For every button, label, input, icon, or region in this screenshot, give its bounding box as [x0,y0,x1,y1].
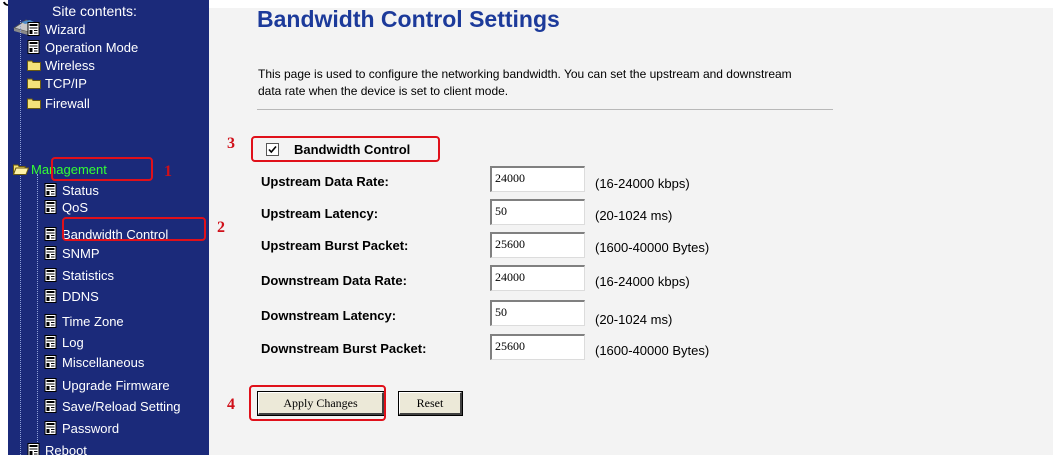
sidebar-item-password[interactable]: Password [44,419,119,437]
sidebar-item-label: Wizard [45,21,86,37]
sidebar-title: Site contents: [52,3,137,19]
page-icon [44,183,58,197]
downstream-latency-hint: (20-1024 ms) [595,312,673,327]
sidebar-item-label: Time Zone [62,313,124,329]
sidebar-item-reboot[interactable]: Reboot [27,441,87,455]
page-icon [44,335,58,349]
page-icon [44,399,58,413]
sidebar-item-tcpip[interactable]: TCP/IP [27,74,87,92]
downstream-burst-packet-label: Downstream Burst Packet: [261,341,427,356]
upstream-data-rate-input[interactable]: 24000 [490,166,585,192]
downstream-data-rate-input[interactable]: 24000 [490,265,585,291]
sidebar-item-snmp[interactable]: SNMP [44,244,100,262]
sidebar-item-label: QoS [62,199,89,215]
sidebar-item-label: Status [62,182,99,198]
folder-open-icon [13,162,29,176]
upstream-burst-packet-label: Upstream Burst Packet: [261,238,409,253]
sidebar-item-label: Log [62,334,84,350]
callout-box-bandwidth-control [62,217,206,241]
downstream-burst-packet-input[interactable]: 25600 [490,334,585,360]
sidebar-item-label: Operation Mode [45,39,139,55]
upstream-latency-input[interactable]: 50 [490,199,585,225]
callout-number: 4 [227,396,235,413]
page-icon [44,268,58,282]
callout-box-management [51,157,153,181]
sidebar-item-wizard[interactable]: Wizard [27,20,85,38]
page-icon [44,378,58,392]
sidebar-item-label: Upgrade Firmware [62,377,170,393]
sidebar-item-upgrade-firmware[interactable]: Upgrade Firmware [44,376,170,394]
page-icon [27,40,41,54]
sidebar-item-time-zone[interactable]: Time Zone [44,312,124,330]
sidebar-item-firewall[interactable]: Firewall [27,94,90,112]
page-icon [44,227,58,241]
page-title: Bandwidth Control Settings [257,6,560,32]
callout-number: 1 [164,163,172,180]
sidebar-item-label: Statistics [62,267,115,283]
downstream-latency-label: Downstream Latency: [261,308,397,323]
folder-icon [27,96,41,110]
page-description: This page is used to configure the netwo… [258,67,792,98]
downstream-latency-input[interactable]: 50 [490,300,585,326]
sidebar-item-qos[interactable]: QoS [44,198,88,216]
downstream-data-rate-hint: (16-24000 kbps) [595,274,690,289]
page-icon [44,246,58,260]
reset-button[interactable]: Reset [398,391,463,416]
page-icon [27,443,41,455]
page-icon [44,421,58,435]
folder-icon [27,76,41,90]
downstream-burst-packet-hint: (1600-40000 Bytes) [595,343,710,358]
sidebar-item-wireless[interactable]: Wireless [27,56,95,74]
sidebar-item-label: Wireless [45,57,95,73]
sidebar-item-label: Password [62,420,120,436]
sidebar-item-ddns[interactable]: DDNS [44,287,99,305]
upstream-data-rate-hint: (16-24000 kbps) [595,176,690,191]
upstream-latency-label: Upstream Latency: [261,206,379,221]
sidebar-item-miscellaneous[interactable]: Miscellaneous [44,353,144,371]
upstream-burst-packet-input[interactable]: 25600 [490,232,585,258]
sidebar-item-status[interactable]: Status [44,181,99,199]
callout-number: 3 [227,135,235,152]
upstream-latency-hint: (20-1024 ms) [595,208,673,223]
sidebar-item-label: TCP/IP [45,75,87,91]
upstream-data-rate-label: Upstream Data Rate: [261,174,389,189]
folder-icon [27,58,41,72]
callout-box-bandwidth-toggle [251,136,440,162]
upstream-burst-packet-hint: (1600-40000 Bytes) [595,240,710,255]
callout-box-apply-changes [249,385,386,421]
page-icon [44,289,58,303]
sidebar-item-statistics[interactable]: Statistics [44,266,114,284]
sidebar-item-save-reload-setting[interactable]: Save/Reload Setting [44,397,181,415]
sidebar-item-label: SNMP [62,245,100,261]
page-icon [27,22,41,36]
callout-number: 2 [217,219,225,236]
sidebar-item-label: Miscellaneous [62,354,145,370]
sidebar-item-label: Firewall [45,95,90,111]
page-icon [44,355,58,369]
sidebar-item-label: Reboot [45,442,87,455]
page-icon [44,200,58,214]
page-icon [44,314,58,328]
sidebar-item-label: Save/Reload Setting [62,398,181,414]
sidebar-item-label: DDNS [62,288,99,304]
divider [257,109,833,110]
sidebar-item-operation-mode[interactable]: Operation Mode [27,38,138,56]
downstream-data-rate-label: Downstream Data Rate: [261,273,407,288]
sidebar-item-log[interactable]: Log [44,333,84,351]
